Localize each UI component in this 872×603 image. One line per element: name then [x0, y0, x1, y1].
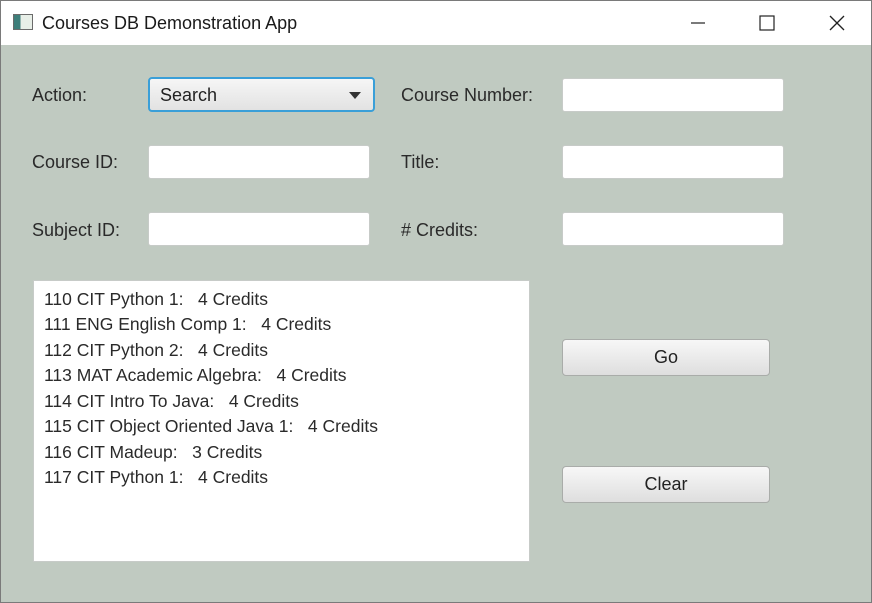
app-window-icon [13, 14, 33, 30]
list-item[interactable]: 114 CIT Intro To Java: 4 Credits [44, 391, 299, 412]
title-bar[interactable]: Courses DB Demonstration App [1, 1, 871, 45]
list-item[interactable]: 116 CIT Madeup: 3 Credits [44, 442, 262, 463]
maximize-button[interactable] [737, 1, 797, 45]
course-id-field[interactable] [148, 145, 370, 179]
action-label: Action: [32, 85, 88, 105]
minimize-icon [691, 22, 705, 24]
action-select-value: Search [160, 85, 218, 105]
subject-id-label: Subject ID: [32, 220, 121, 240]
results-list[interactable]: 110 CIT Python 1: 4 Credits 111 ENG Engl… [33, 280, 530, 562]
title-field[interactable] [562, 145, 784, 179]
clear-button[interactable]: Clear [562, 466, 770, 503]
list-item[interactable]: 112 CIT Python 2: 4 Credits [44, 340, 268, 361]
course-number-label: Course Number: [401, 85, 534, 105]
list-item[interactable]: 111 ENG English Comp 1: 4 Credits [44, 314, 331, 335]
course-number-field[interactable] [562, 78, 784, 112]
credits-field[interactable] [562, 212, 784, 246]
app-window: Courses DB Demonstration App Action: Sea… [0, 0, 872, 603]
list-item[interactable]: 117 CIT Python 1: 4 Credits [44, 467, 268, 488]
list-item[interactable]: 110 CIT Python 1: 4 Credits [44, 289, 268, 310]
chevron-down-icon [349, 92, 361, 99]
action-select[interactable]: Search [148, 77, 375, 112]
maximize-icon [759, 15, 775, 31]
subject-id-field[interactable] [148, 212, 370, 246]
list-item[interactable]: 113 MAT Academic Algebra: 4 Credits [44, 365, 347, 386]
list-item[interactable]: 115 CIT Object Oriented Java 1: 4 Credit… [44, 416, 378, 437]
close-button[interactable] [807, 1, 867, 45]
window-title: Courses DB Demonstration App [42, 13, 298, 33]
title-label: Title: [401, 152, 440, 172]
minimize-button[interactable] [668, 1, 728, 45]
credits-label: # Credits: [401, 220, 479, 240]
course-id-label: Course ID: [32, 152, 119, 172]
go-button[interactable]: Go [562, 339, 770, 376]
close-icon [829, 15, 845, 31]
